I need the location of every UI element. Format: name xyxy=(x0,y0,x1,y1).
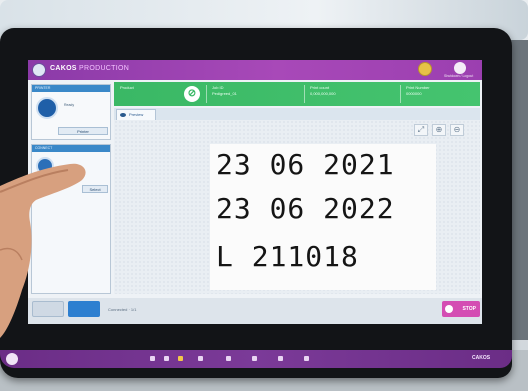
job-info-bar: Product ⊘ Job ID Pedigreed_01 Print coun… xyxy=(114,82,480,106)
printer-panel-title: PRINTER xyxy=(35,86,51,90)
zoom-out-icon[interactable]: ⊖ xyxy=(450,124,464,136)
printer-device-icon xyxy=(36,97,58,119)
taskbar-icon-5[interactable] xyxy=(226,356,231,361)
taskbar-icon-7[interactable] xyxy=(278,356,283,361)
tab-preview-label: Preview xyxy=(129,112,144,117)
job-id-value: Pedigreed_01 xyxy=(212,91,237,96)
printer-status: Ready xyxy=(64,103,75,107)
printer-button[interactable]: Printer xyxy=(58,127,108,135)
print-number-cell: Print Number 0000000 xyxy=(406,85,430,97)
taskbar-brand: CAKOS xyxy=(472,355,491,361)
stop-label: STOP xyxy=(462,306,476,312)
pointing-hand xyxy=(0,163,86,338)
product-title: Product xyxy=(120,85,134,90)
taskbar-icon-1[interactable] xyxy=(150,356,155,361)
printer-panel-header: PRINTER xyxy=(32,85,110,92)
label-card: 23 06 2021 23 06 2022 L 211018 xyxy=(210,144,436,290)
taskbar-icon-2[interactable] xyxy=(164,356,169,361)
label-line-2: 23 06 2022 xyxy=(216,192,395,225)
power-label: Shutdown / Logout xyxy=(444,74,474,78)
taskbar-icon-3[interactable] xyxy=(178,356,183,361)
taskbar-icon-4[interactable] xyxy=(198,356,203,361)
divider xyxy=(206,85,207,103)
fit-icon[interactable]: ⤢ xyxy=(414,124,428,136)
bottom-action-bar: Connected · 1/1 STOP xyxy=(28,298,482,324)
stop-icon xyxy=(445,305,453,313)
label-line-1: 23 06 2021 xyxy=(216,148,395,181)
divider xyxy=(304,85,305,103)
app-brand: CAKOS xyxy=(50,65,77,72)
divider xyxy=(400,85,401,103)
touch-screen: CAKOS PRODUCTION Shutdown / Logout PRINT… xyxy=(28,60,482,324)
status-text: Connected · 1/1 xyxy=(108,307,137,312)
app-module: PRODUCTION xyxy=(79,65,130,72)
eye-icon xyxy=(120,113,126,117)
label-line-3: L 211018 xyxy=(216,240,359,273)
label-preview-area: ⤢ ⊕ ⊖ 23 06 2021 23 06 2022 L 211018 xyxy=(114,120,480,294)
user-avatar[interactable] xyxy=(418,62,432,76)
connect-panel-header: CONNECT xyxy=(32,145,110,152)
connect-panel-title: CONNECT xyxy=(35,146,53,150)
zoom-in-icon[interactable]: ⊕ xyxy=(432,124,446,136)
job-id-cell: Job ID Pedigreed_01 xyxy=(212,85,237,97)
print-number-value: 0000000 xyxy=(406,91,422,96)
edit-icon[interactable]: ⊘ xyxy=(184,86,200,102)
app-logo-icon xyxy=(32,63,46,77)
app-header: CAKOS PRODUCTION Shutdown / Logout xyxy=(28,60,482,80)
printer-panel: PRINTER Ready Printer xyxy=(31,84,111,140)
app-title: CAKOS PRODUCTION xyxy=(50,65,129,72)
taskbar-icon-8[interactable] xyxy=(304,356,309,361)
print-count-cell: Print count 0,000,000,000 xyxy=(310,85,336,97)
stop-button[interactable]: STOP xyxy=(442,301,480,317)
zoom-toolbar: ⤢ ⊕ ⊖ xyxy=(414,124,474,136)
taskbar-icon-6[interactable] xyxy=(252,356,257,361)
print-count-value: 0,000,000,000 xyxy=(310,91,336,96)
tab-strip: Preview xyxy=(114,108,480,120)
product-cell: Product xyxy=(120,85,134,91)
power-icon[interactable] xyxy=(454,62,466,74)
tab-preview[interactable]: Preview xyxy=(116,109,156,120)
